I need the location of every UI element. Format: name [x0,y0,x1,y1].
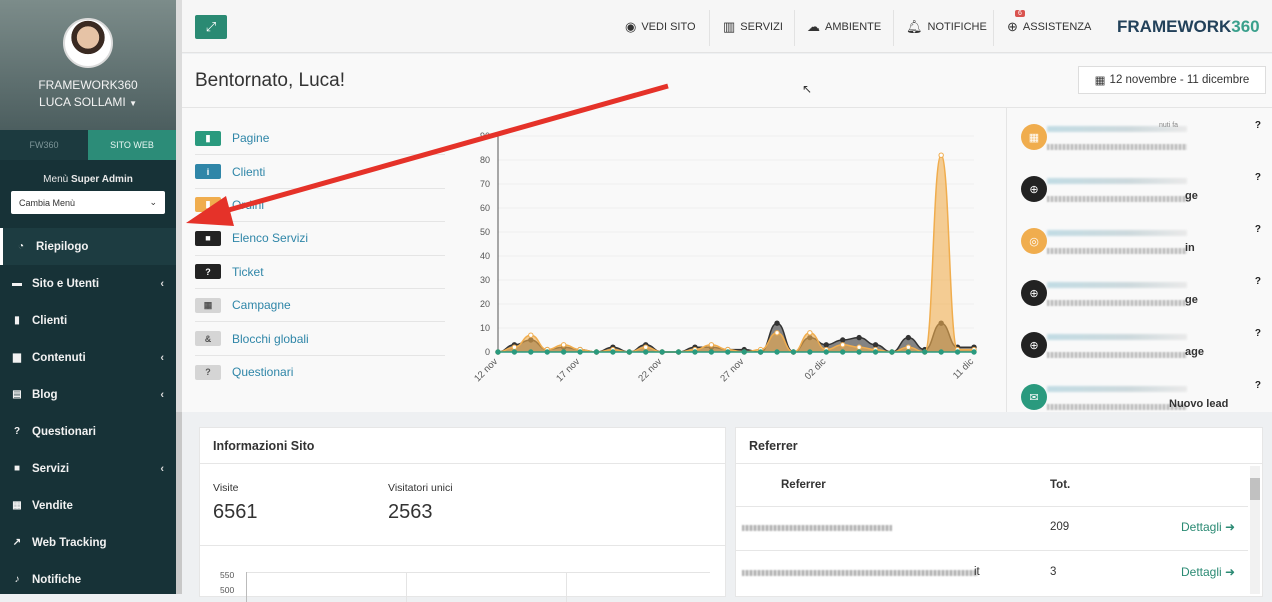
annotation-overlay [186,83,669,226]
annotation-arrow-head [186,196,234,226]
annotation-arrow-line [217,83,669,216]
mouse-cursor-icon: ↖ [802,82,813,96]
